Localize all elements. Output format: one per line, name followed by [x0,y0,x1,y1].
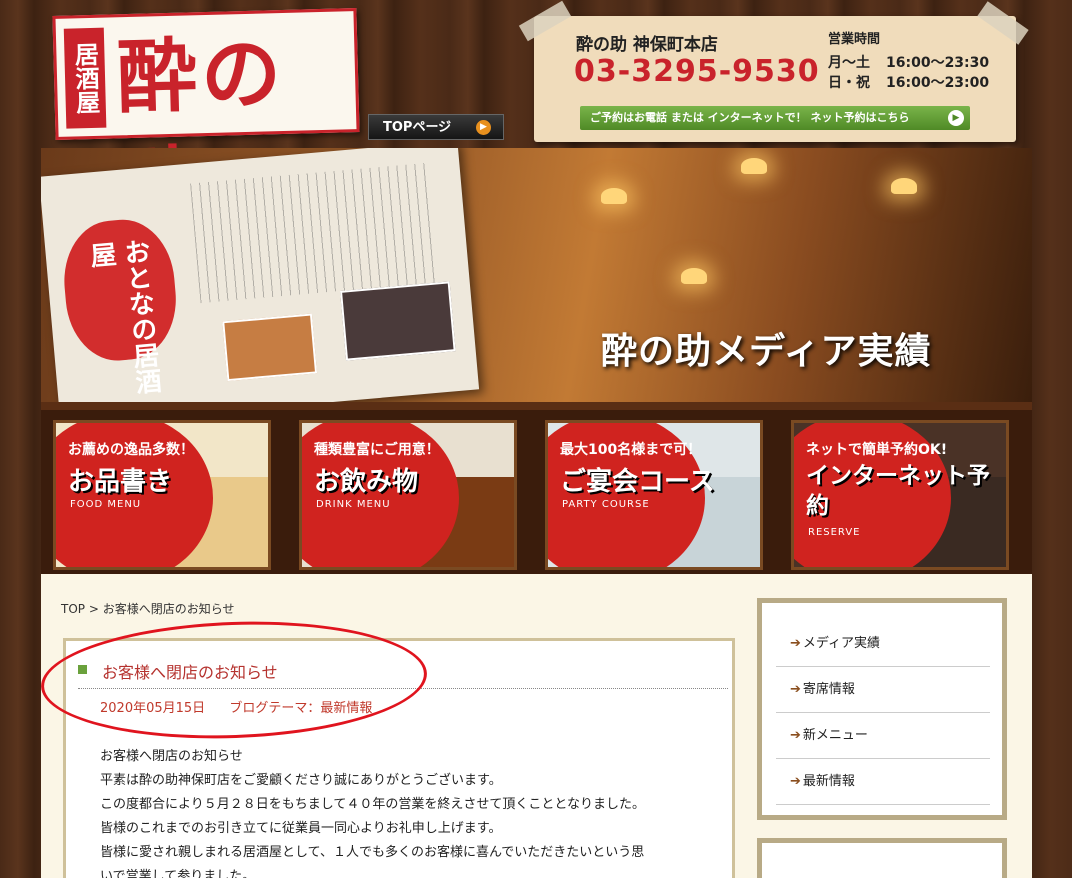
hours-time: 16:00〜23:30 [886,55,990,71]
tile-subtitle: RESERVE [808,527,861,538]
tile-catch: お薦めの逸品多数！ [68,442,194,458]
tile-subtitle: FOOD MENU [70,499,142,510]
hero-title: 酔の助メディア実績 [601,330,932,372]
post-paragraph: いで営業して参りました。 [100,869,256,878]
tile-catch: 最大100名様まで可！ [560,442,702,458]
shop-name: 酔の助 神保町本店 [576,35,718,55]
hours-title: 営業時間 [828,32,881,47]
top-page-button[interactable]: TOPページ ▶ [368,114,504,140]
arrow-right-icon: ➔ [790,682,801,697]
tile-catch: 種類豊富にご用意！ [314,442,440,458]
lamp-decoration [601,188,627,204]
post-theme-label: ブログテーマ： [229,701,321,716]
tile-name: お品書き [68,467,173,497]
sidebar-item-label: メディア実績 [802,636,880,651]
square-bullet-icon [78,665,87,674]
main-content: TOP > お客様へ閉店のお知らせ お客様へ閉店のお知らせ 2020年05月15… [39,574,1032,878]
sidebar-box [757,838,1007,878]
sidebar-item-media[interactable]: ➔ メディア実績 [776,621,990,667]
sidebar-item-label: 新メニュー [802,728,868,743]
phone-number[interactable]: 03-3295-9530 [574,54,820,89]
hours-days: 月〜土 [828,55,870,71]
menu-tile-food[interactable]: お薦めの逸品多数！ お品書き FOOD MENU [53,420,271,570]
post-body: お客様へ閉店のお知らせ 平素は酔の助神保町店をご愛顧くださり誠にありがとうござい… [100,745,720,878]
sidebar-item-label: 最新情報 [802,774,855,789]
magazine-text-lines [190,162,440,304]
breadcrumb: TOP > お客様へ閉店のお知らせ [61,600,235,617]
top-page-label: TOPページ [383,120,452,135]
arrow-right-icon: ➔ [790,636,801,651]
tape-decoration [977,1,1029,45]
post-theme-link[interactable]: 最新情報 [320,701,372,716]
magazine-photo [340,281,456,361]
tile-name: お飲み物 [314,467,419,497]
post-title-row: お客様へ閉店のお知らせ [78,659,728,689]
reserve-button[interactable]: ご予約はお電話 または インターネットで！ ネット予約はこちら ▶ [580,106,970,130]
hours-time: 16:00〜23:00 [886,75,990,91]
breadcrumb-home-link[interactable]: TOP [61,602,85,616]
magazine-photo [222,313,318,382]
arrow-right-icon: ▶ [948,110,964,126]
tile-catch: ネットで簡単予約OK! [806,442,948,458]
post-meta: 2020年05月15日 ブログテーマ：最新情報 [100,697,372,716]
breadcrumb-separator: > [88,602,99,616]
post-paragraph: この度都合により５月２８日をもちまして４０年の営業を終えさせて頂くこととなりまし… [100,797,645,812]
menu-navigation: お薦めの逸品多数！ お品書き FOOD MENU 種類豊富にご用意！ お飲み物 … [41,402,1032,574]
sidebar-item-new-menu[interactable]: ➔ 新メニュー [776,713,990,759]
hero-banner: おとなの居酒屋 酔の助メディア実績 [41,148,1032,402]
tile-name: ご宴会コース [560,467,715,497]
post-paragraph: 皆様のこれまでのお引き立てに従業員一同心よりお礼申し上げます。 [100,821,502,836]
logo-subtitle: 居酒屋 [63,27,107,129]
hours-row: 月〜土 16:00〜23:30 [828,52,989,72]
tile-subtitle: PARTY COURSE [562,499,650,510]
post-paragraph: 皆様に愛され親しまれる居酒屋として、１人でも多くのお客様に喜んでいただきたいとい… [100,845,645,860]
tape-decoration [518,0,572,42]
hours-row: 日・祝 16:00〜23:00 [828,72,989,92]
site-logo[interactable]: 居酒屋 酔の助 [52,8,360,232]
arrow-right-icon: ➔ [790,728,801,743]
tile-subtitle: DRINK MENU [316,499,391,510]
sidebar-item-news[interactable]: ➔ 最新情報 [776,759,990,805]
lamp-decoration [741,158,767,174]
breadcrumb-current: お客様へ閉店のお知らせ [102,602,235,616]
tile-name: インターネット予約 [806,463,990,519]
sidebar-menu: ➔ メディア実績 ➔ 寄席情報 ➔ 新メニュー ➔ 最新情報 [757,598,1007,820]
hours-days: 日・祝 [828,75,870,91]
arrow-right-icon: ▶ [476,120,491,135]
sidebar-item-yose[interactable]: ➔ 寄席情報 [776,667,990,713]
menu-tile-drink[interactable]: 種類豊富にご用意！ お飲み物 DRINK MENU [299,420,517,570]
post-paragraph: 平素は酔の助神保町店をご愛顧くださり誠にありがとうございます。 [100,773,502,788]
blog-post: お客様へ閉店のお知らせ 2020年05月15日 ブログテーマ：最新情報 お客様へ… [63,638,735,878]
lamp-decoration [681,268,707,284]
post-date: 2020年05月15日 [100,701,206,716]
post-title: お客様へ閉店のお知らせ [102,663,278,682]
reserve-label: ご予約はお電話 または インターネットで！ ネット予約はこちら [590,111,910,124]
lamp-decoration [891,178,917,194]
arrow-right-icon: ➔ [790,774,801,789]
shop-info-card: 酔の助 神保町本店 03-3295-9530 営業時間 月〜土 16:00〜23:… [518,0,1029,142]
sidebar-item-label: 寄席情報 [802,682,855,697]
menu-tile-party[interactable]: 最大100名様まで可！ ご宴会コース PARTY COURSE [545,420,763,570]
magazine-image: おとなの居酒屋 [41,148,480,402]
post-paragraph: お客様へ閉店のお知らせ [100,749,243,764]
menu-tile-reserve[interactable]: ネットで簡単予約OK! インターネット予約 RESERVE [791,420,1009,570]
